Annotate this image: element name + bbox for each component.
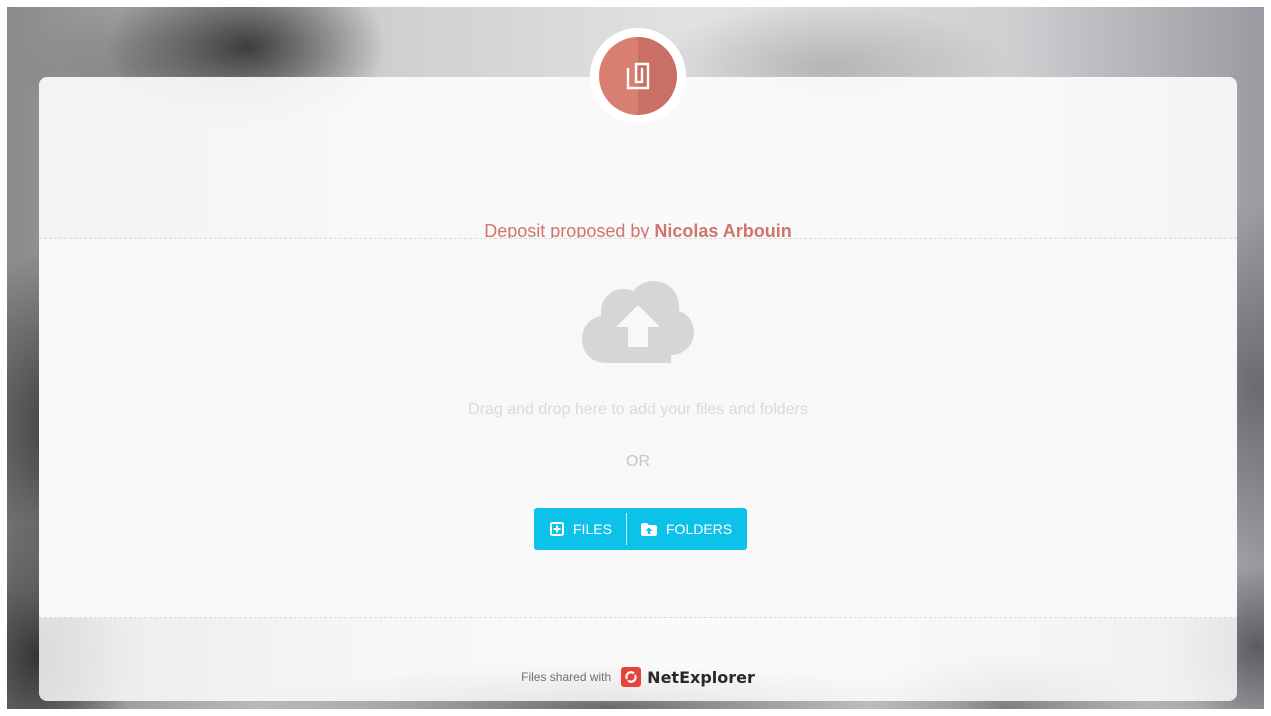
or-separator: OR [626, 453, 650, 470]
netexplorer-logo-icon [621, 667, 642, 687]
drop-zone[interactable]: Drag and drop here to add your files and… [39, 238, 1237, 618]
brand-name[interactable]: NetExplorer [647, 668, 755, 687]
paperclip-icon [626, 62, 650, 90]
drag-drop-instruction: Drag and drop here to add your files and… [468, 401, 808, 418]
cloud-upload-icon [582, 281, 694, 368]
file-add-icon [550, 522, 564, 536]
folder-upload-icon [641, 522, 657, 536]
add-files-label: FILES [573, 521, 612, 537]
upload-button-group: FILES FOLDERS [534, 508, 747, 550]
deposit-logo [599, 37, 677, 115]
footer-label: Files shared with [521, 670, 612, 684]
add-folders-label: FOLDERS [666, 521, 733, 537]
footer: Files shared with NetExplorer [39, 667, 1237, 687]
add-files-button[interactable]: FILES [534, 508, 626, 550]
deposit-card: Deposit proposed by Nicolas Arbouin Drag… [39, 77, 1237, 701]
add-folders-button[interactable]: FOLDERS [627, 508, 747, 550]
